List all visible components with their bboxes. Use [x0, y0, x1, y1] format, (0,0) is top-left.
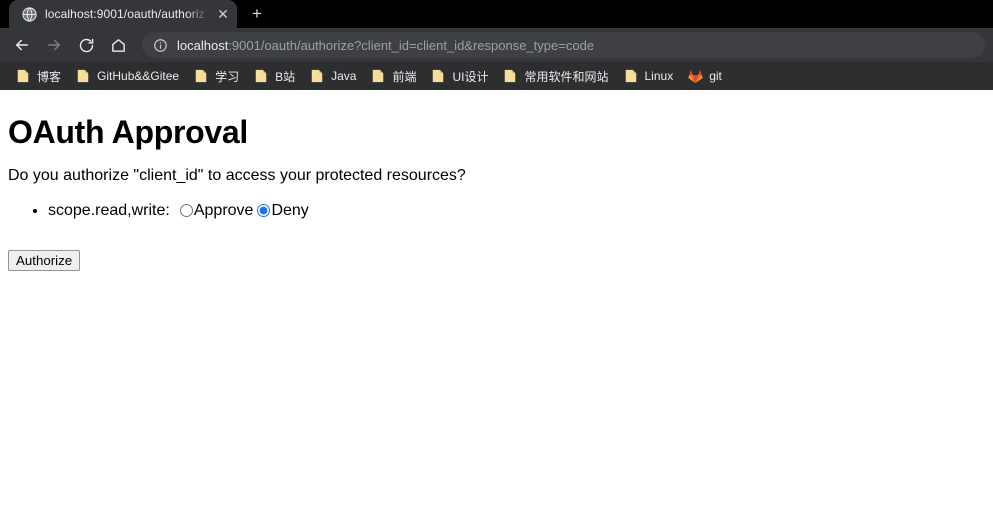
bookmark-label: Linux — [644, 69, 674, 83]
folder-icon — [370, 68, 386, 84]
authorize-question: Do you authorize "client_id" to access y… — [8, 167, 466, 184]
home-button[interactable] — [104, 31, 132, 59]
bookmark-label: 常用软件和网站 — [524, 69, 609, 84]
bookmark-label: UI设计 — [452, 69, 489, 84]
address-bar-url: localhost:9001/oauth/authorize?client_id… — [177, 38, 594, 53]
back-button[interactable] — [8, 31, 36, 59]
bookmark-item[interactable]: git — [680, 65, 729, 87]
bookmark-label: 学习 — [215, 69, 240, 84]
address-bar-path: :9001/oauth/authorize?client_id=client_i… — [228, 37, 595, 53]
bookmark-label: B站 — [275, 69, 296, 84]
tab-title: localhost:9001/oauth/authoriz — [45, 7, 205, 21]
scope-approve-radio[interactable] — [179, 204, 193, 217]
oauth-approval-page: OAuth Approval Do you authorize "client_… — [0, 90, 993, 279]
reload-button[interactable] — [72, 31, 100, 59]
bookmark-item[interactable]: Linux — [616, 65, 681, 87]
bookmark-label: Java — [331, 69, 357, 83]
page-title: OAuth Approval — [8, 114, 248, 150]
bookmark-item[interactable]: 常用软件和网站 — [495, 65, 615, 87]
bookmark-item[interactable]: 博客 — [8, 65, 68, 87]
folder-icon — [253, 68, 269, 84]
bookmark-label: 前端 — [392, 69, 417, 84]
page-viewport: OAuth Approval Do you authorize "client_… — [0, 90, 993, 530]
gitlab-fox-icon — [687, 68, 703, 84]
new-tab-button[interactable]: + — [243, 0, 271, 28]
tab-strip: localhost:9001/oauth/authoriz ✕ + — [0, 0, 993, 28]
bookmark-item[interactable]: 学习 — [186, 65, 246, 87]
bookmark-label: GitHub&&Gitee — [97, 69, 180, 83]
scope-deny-label: Deny — [271, 202, 309, 219]
authorize-button[interactable]: Authorize — [8, 250, 81, 272]
folder-icon — [430, 68, 446, 84]
scope-radio-group: Approve Deny — [176, 202, 309, 219]
bookmark-item[interactable]: UI设计 — [423, 65, 495, 87]
folder-icon — [193, 68, 209, 84]
bookmark-item[interactable]: 前端 — [363, 65, 423, 87]
scope-list: scope.read,write: Approve Deny — [8, 199, 985, 222]
bookmark-item[interactable]: Java — [302, 65, 363, 87]
bookmark-label: git — [709, 69, 722, 83]
folder-icon — [623, 68, 639, 84]
folder-icon — [75, 68, 91, 84]
scope-list-item: scope.read,write: Approve Deny — [48, 199, 985, 222]
address-bar[interactable]: localhost:9001/oauth/authorize?client_id… — [142, 32, 985, 58]
close-icon[interactable]: ✕ — [215, 6, 231, 22]
globe-favicon — [21, 6, 37, 22]
folder-icon — [15, 68, 31, 84]
browser-tab-active[interactable]: localhost:9001/oauth/authoriz ✕ — [9, 0, 237, 28]
browser-toolbar: localhost:9001/oauth/authorize?client_id… — [0, 28, 993, 62]
bookmark-label: 博客 — [37, 69, 62, 84]
forward-button[interactable] — [40, 31, 68, 59]
scope-approve-label: Approve — [193, 202, 254, 219]
folder-icon — [309, 68, 325, 84]
address-bar-host: localhost — [177, 37, 229, 53]
bookmark-item[interactable]: B站 — [246, 65, 302, 87]
info-circle-icon[interactable] — [152, 37, 168, 53]
folder-icon — [502, 68, 518, 84]
scope-deny-radio[interactable] — [257, 204, 271, 217]
browser-window: localhost:9001/oauth/authoriz ✕ + localh… — [0, 0, 993, 530]
bookmark-item[interactable]: GitHub&&Gitee — [68, 65, 186, 87]
bookmarks-bar: 博客 GitHub&&Gitee 学习 B站 Java 前端 UI设计 常用软件… — [0, 62, 993, 90]
scope-label: scope.read,write: — [48, 202, 170, 219]
